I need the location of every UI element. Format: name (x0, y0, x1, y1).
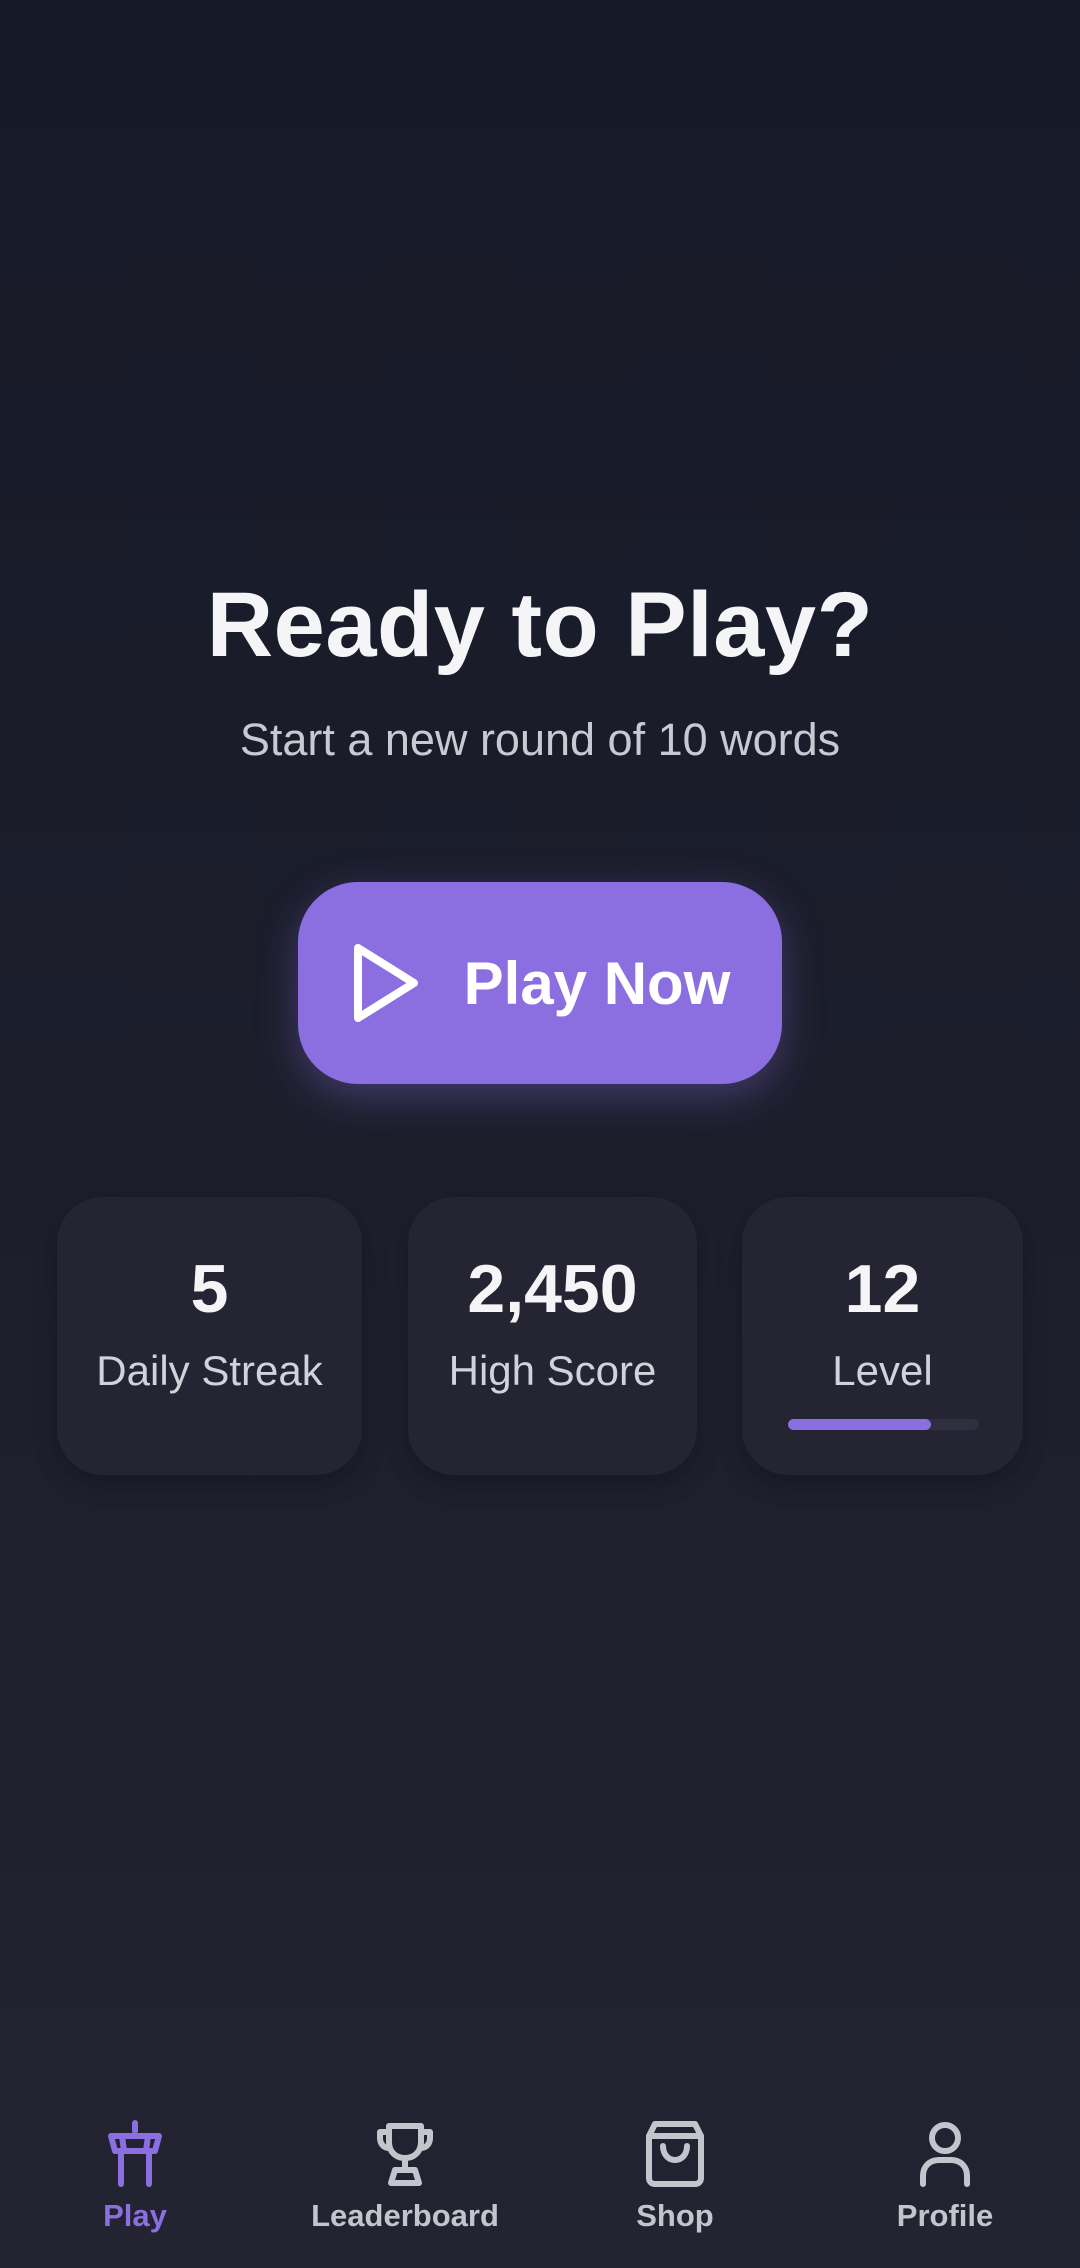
level-value: 12 (844, 1251, 921, 1327)
play-now-label: Play Now (463, 949, 731, 1017)
nav-item-profile[interactable]: Profile (810, 2120, 1080, 2268)
daily-streak-card: 5 Daily Streak (57, 1197, 362, 1475)
daily-streak-value: 5 (190, 1251, 229, 1327)
high-score-value: 2,450 (467, 1251, 638, 1327)
bottom-navigation: Play Leaderboard Shop Profile (0, 2120, 1080, 2268)
shopping-bag-icon (646, 2121, 704, 2187)
nav-item-leaderboard[interactable]: Leaderboard (270, 2120, 540, 2268)
level-progress-bar (788, 1419, 979, 1430)
level-progress-fill (788, 1419, 932, 1430)
play-now-button[interactable]: Play Now (298, 882, 782, 1084)
nav-item-shop[interactable]: Shop (540, 2120, 810, 2268)
trophy-icon (377, 2123, 433, 2186)
nav-item-play[interactable]: Play (0, 2120, 270, 2268)
page-title: Ready to Play? (206, 574, 874, 676)
nav-label-leaderboard: Leaderboard (311, 2198, 499, 2233)
nav-label-shop: Shop (636, 2198, 714, 2233)
nav-label-profile: Profile (896, 2198, 994, 2233)
high-score-card: 2,450 High Score (408, 1197, 697, 1475)
level-label: Level (832, 1347, 933, 1394)
user-icon (920, 2122, 970, 2187)
level-card: 12 Level (742, 1197, 1023, 1475)
play-icon (353, 944, 418, 1022)
high-score-label: High Score (448, 1347, 657, 1394)
daily-streak-label: Daily Streak (96, 1347, 323, 1394)
nav-label-play: Play (103, 2198, 167, 2233)
tower-icon (108, 2120, 162, 2187)
page-subtitle: Start a new round of 10 words (239, 714, 841, 765)
